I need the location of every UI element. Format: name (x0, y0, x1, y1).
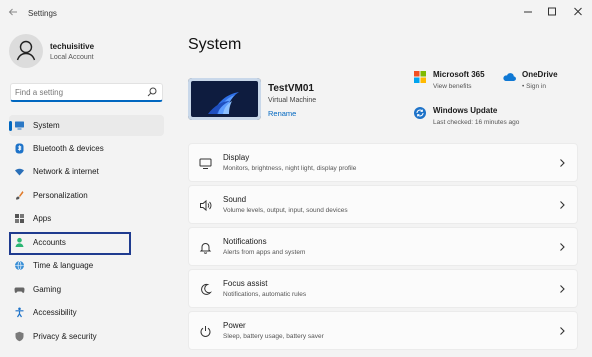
brush-icon (16, 191, 24, 200)
card-title: Display (223, 153, 250, 162)
close-button[interactable] (567, 3, 589, 21)
settings-card-focus-assist[interactable]: Focus assist Notifications, automatic ru… (188, 269, 578, 308)
page-title: System (188, 36, 242, 53)
chevron-right-icon (560, 327, 565, 335)
gamepad-icon (14, 287, 25, 293)
windows-bloom-wallpaper-icon (188, 78, 261, 120)
monitor-icon (15, 121, 24, 130)
close-icon (574, 7, 582, 16)
accounts-highlight-outline (9, 232, 131, 255)
search-input[interactable] (15, 86, 145, 99)
sidebar-item-bluetooth-devices[interactable]: Bluetooth & devices (9, 138, 164, 159)
person-avatar-icon (16, 40, 36, 61)
chevron-right-icon (560, 285, 565, 293)
speaker-icon (200, 199, 212, 212)
power-icon (200, 326, 211, 337)
back-button[interactable] (6, 7, 20, 21)
microsoft-365-icon (414, 71, 426, 83)
sidebar-item-label: Accessibility (33, 308, 77, 317)
device-thumbnail (188, 78, 261, 120)
search-icon (147, 87, 157, 97)
chevron-right-icon (560, 159, 565, 167)
settings-card-notifications[interactable]: Notifications Alerts from apps and syste… (188, 227, 578, 266)
tile-subtitle: View benefits (433, 83, 472, 90)
shield-icon (15, 331, 24, 342)
sidebar-item-label: Apps (33, 214, 52, 223)
sidebar-item-label: Network & internet (33, 167, 99, 176)
card-title: Focus assist (223, 279, 268, 288)
microsoft-365-tile[interactable]: Microsoft 365 View benefits (413, 70, 493, 94)
bell-icon (199, 243, 212, 254)
sidebar-item-label: Time & language (33, 261, 94, 270)
wifi-icon (15, 168, 24, 176)
settings-card-power[interactable]: Power Sleep, battery usage, battery save… (188, 311, 578, 350)
title-bar: Settings (0, 0, 592, 30)
onedrive-tile[interactable]: OneDrive • Sign in (502, 70, 577, 94)
tile-subtitle: • Sign in (522, 83, 546, 90)
sidebar-item-privacy-security[interactable]: Privacy & security (9, 326, 164, 347)
card-subtitle: Volume levels, output, input, sound devi… (223, 207, 348, 214)
globe-clock-icon (15, 260, 24, 271)
sidebar-item-network-internet[interactable]: Network & internet (9, 161, 164, 182)
sidebar-item-time-language[interactable]: Time & language (9, 255, 164, 276)
minimize-icon (524, 11, 532, 13)
settings-card-display[interactable]: Display Monitors, brightness, night ligh… (188, 143, 578, 182)
sidebar-item-system[interactable]: System (9, 115, 164, 136)
chevron-right-icon (560, 243, 565, 251)
minimize-button[interactable] (517, 3, 539, 21)
sidebar-item-apps[interactable]: Apps (9, 208, 164, 229)
profile-name: techuisitive (50, 42, 95, 51)
sidebar-item-gaming[interactable]: Gaming (9, 279, 164, 300)
tile-title: Microsoft 365 (433, 70, 485, 79)
card-subtitle: Sleep, battery usage, battery saver (223, 333, 324, 340)
sidebar-item-label: Personalization (33, 191, 88, 200)
sidebar-item-label: Gaming (33, 285, 62, 294)
avatar[interactable] (9, 34, 43, 68)
card-title: Power (223, 321, 246, 330)
display-icon (199, 158, 212, 169)
accessibility-icon (15, 307, 24, 318)
selection-indicator (9, 121, 12, 131)
bluetooth-icon (15, 143, 24, 154)
sidebar-item-accessibility[interactable]: Accessibility (9, 302, 164, 323)
card-title: Sound (223, 195, 247, 204)
apps-grid-icon (15, 214, 24, 223)
device-name: TestVM01 (268, 83, 314, 94)
rename-link[interactable]: Rename (268, 109, 296, 118)
windows-update-icon (414, 107, 426, 119)
search-box[interactable] (10, 83, 163, 102)
maximize-icon (548, 7, 556, 16)
card-title: Notifications (223, 237, 267, 246)
sidebar-item-personalization[interactable]: Personalization (9, 185, 164, 206)
tile-title: Windows Update (433, 106, 498, 115)
card-subtitle: Notifications, automatic rules (223, 291, 307, 298)
onedrive-cloud-icon (503, 73, 516, 82)
sidebar-item-label: Bluetooth & devices (33, 144, 104, 153)
tile-title: OneDrive (522, 70, 558, 79)
card-subtitle: Monitors, brightness, night light, displ… (223, 165, 357, 172)
chevron-right-icon (560, 201, 565, 209)
window-title: Settings (28, 9, 57, 18)
device-type: Virtual Machine (268, 97, 317, 104)
maximize-button[interactable] (541, 3, 563, 21)
settings-card-sound[interactable]: Sound Volume levels, output, input, soun… (188, 185, 578, 224)
back-arrow-icon (8, 8, 17, 16)
profile-account-type: Local Account (50, 54, 94, 61)
tile-subtitle: Last checked: 16 minutes ago (433, 119, 520, 126)
moon-icon (201, 283, 212, 295)
card-subtitle: Alerts from apps and system (223, 249, 306, 256)
sidebar-item-label: System (33, 121, 60, 130)
sidebar-item-label: Privacy & security (33, 332, 97, 341)
windows-update-tile[interactable]: Windows Update Last checked: 16 minutes … (413, 106, 563, 130)
